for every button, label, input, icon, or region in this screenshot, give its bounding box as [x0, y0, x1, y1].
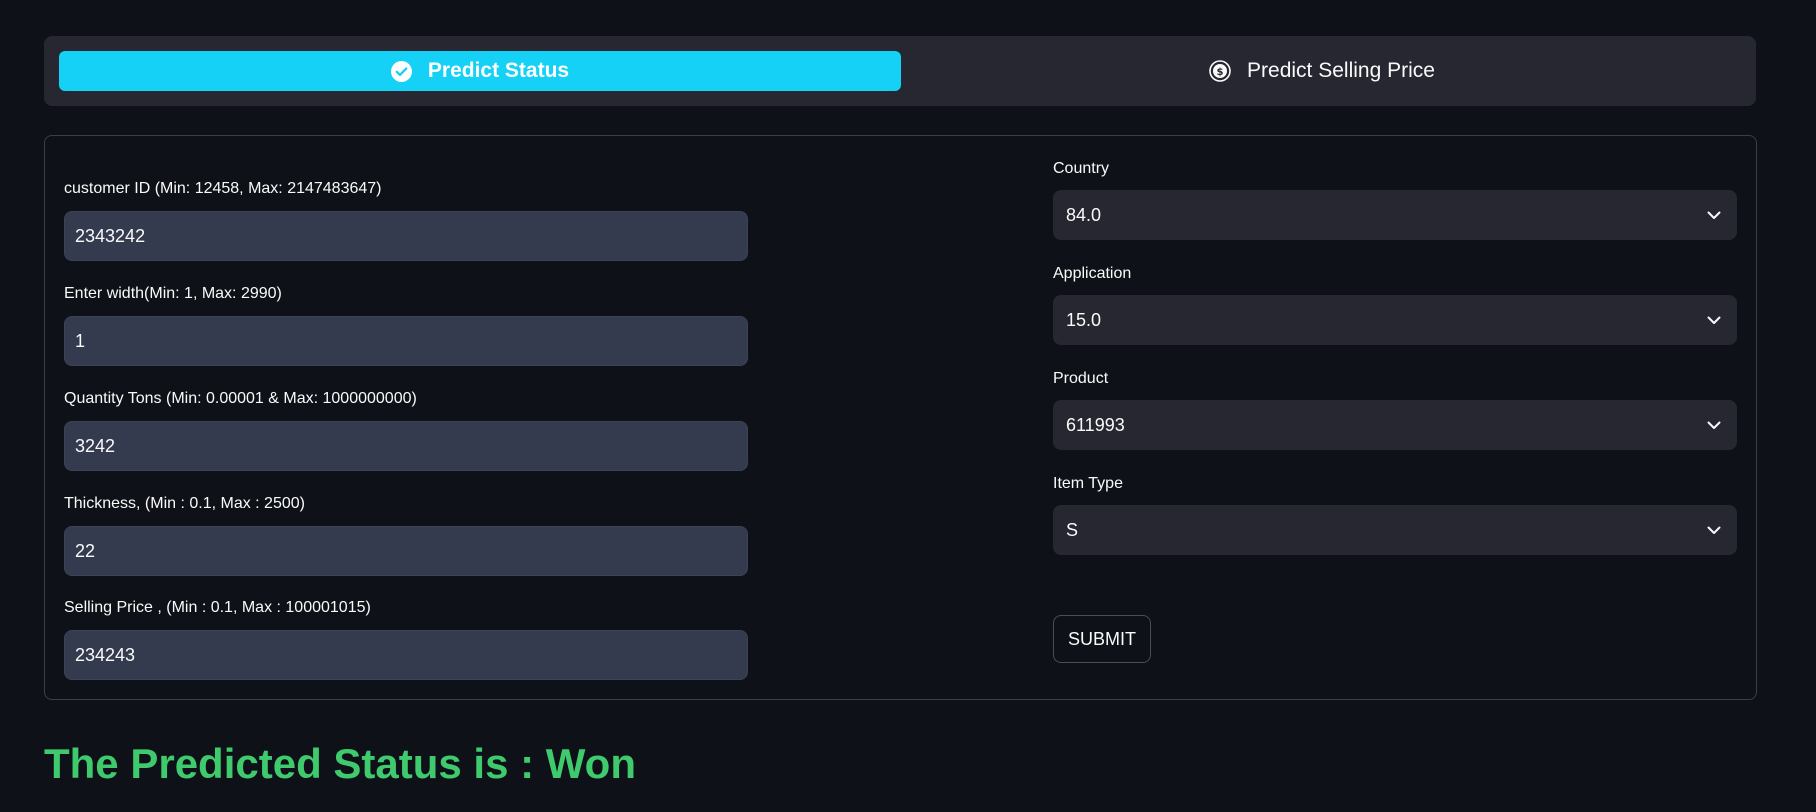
tab-label: Predict Selling Price: [1247, 59, 1435, 82]
product-label: Product: [1053, 370, 1109, 387]
customer-id-label: customer ID (Min: 12458, Max: 2147483647…: [64, 180, 382, 197]
chevron-down-icon: [1707, 421, 1721, 430]
selling-price-label: Selling Price , (Min : 0.1, Max : 100001…: [64, 599, 371, 616]
tab-label: Predict Status: [427, 59, 570, 82]
product-select-value: 611993: [1066, 414, 1125, 435]
tab-predict-selling-price[interactable]: $ Predict Selling Price: [901, 51, 1743, 91]
item-type-select[interactable]: S: [1053, 505, 1737, 555]
application-select-value: 15.0: [1066, 309, 1102, 330]
product-select[interactable]: 611993: [1053, 400, 1737, 450]
thickness-input[interactable]: [64, 526, 748, 576]
width-label: Enter width(Min: 1, Max: 2990): [64, 285, 282, 302]
customer-id-input[interactable]: [64, 211, 748, 261]
width-input[interactable]: [64, 316, 748, 366]
chevron-down-icon: [1707, 316, 1721, 325]
dollar-circle-icon: $: [1209, 60, 1231, 82]
quantity-tons-input[interactable]: [64, 421, 748, 471]
tab-predict-status[interactable]: Predict Status: [59, 51, 901, 91]
check-circle-icon: [390, 60, 412, 82]
chevron-down-icon: [1707, 526, 1721, 535]
quantity-tons-label: Quantity Tons (Min: 0.00001 & Max: 10000…: [64, 390, 417, 407]
item-type-select-value: S: [1066, 519, 1079, 540]
chevron-down-icon: [1707, 211, 1721, 220]
svg-text:$: $: [1217, 67, 1224, 78]
selling-price-input[interactable]: [64, 630, 748, 680]
application-select[interactable]: 15.0: [1053, 295, 1737, 345]
tab-bar: Predict Status $ Predict Selling Price: [44, 36, 1756, 106]
application-label: Application: [1053, 265, 1132, 282]
country-label: Country: [1053, 160, 1110, 177]
item-type-label: Item Type: [1053, 475, 1123, 492]
thickness-label: Thickness, (Min : 0.1, Max : 2500): [64, 495, 305, 512]
prediction-result: The Predicted Status is : Won: [44, 740, 636, 787]
prediction-form: customer ID (Min: 12458, Max: 2147483647…: [44, 135, 1757, 700]
country-select[interactable]: 84.0: [1053, 190, 1737, 240]
submit-button[interactable]: SUBMIT: [1053, 615, 1151, 663]
country-select-value: 84.0: [1066, 204, 1102, 225]
